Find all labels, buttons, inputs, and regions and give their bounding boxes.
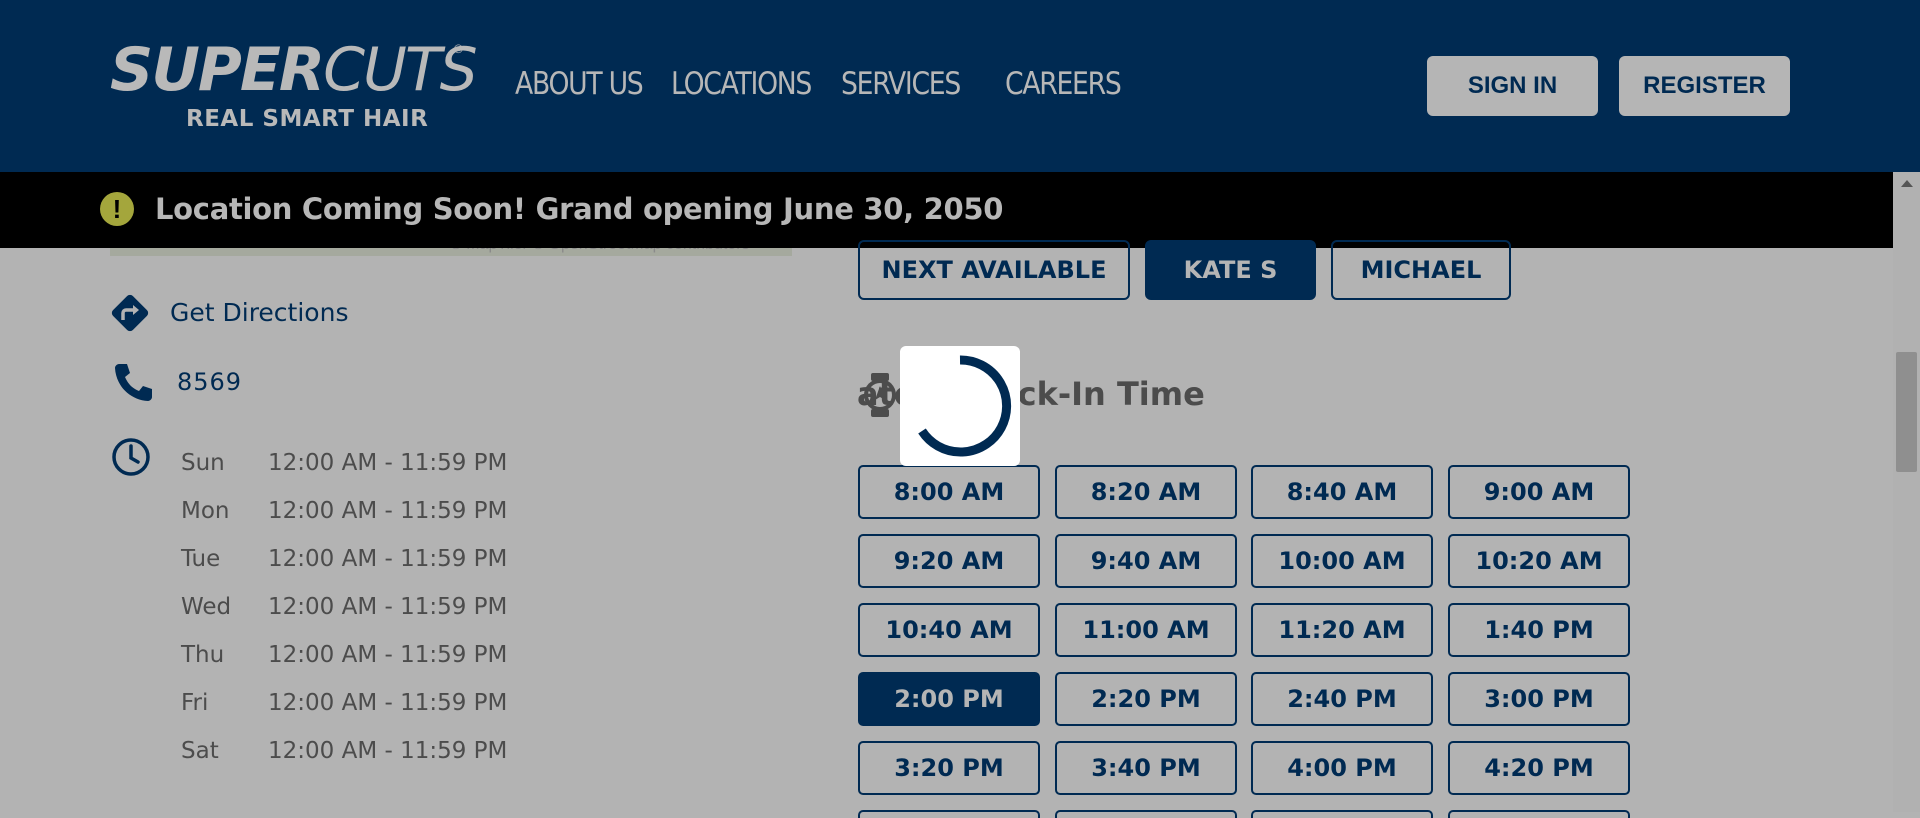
time-slot-840am[interactable]: 8:40 AM bbox=[1251, 465, 1433, 519]
time-slot-1120am[interactable]: 11:20 AM bbox=[1251, 603, 1433, 657]
time-slot-240pm[interactable]: 2:40 PM bbox=[1251, 672, 1433, 726]
stylist-kate-s-button[interactable]: KATE S bbox=[1145, 240, 1316, 300]
phone-icon bbox=[115, 364, 152, 401]
banner-message: Location Coming Soon! Grand opening June… bbox=[155, 192, 1004, 226]
nav-about-us[interactable]: ABOUT US bbox=[515, 66, 644, 102]
time-slot-420pm[interactable]: 4:20 PM bbox=[1448, 741, 1630, 795]
get-directions-link[interactable]: Get Directions bbox=[170, 298, 348, 327]
time-slot-partial[interactable] bbox=[1055, 810, 1237, 818]
time-slot-1100am[interactable]: 11:00 AM bbox=[1055, 603, 1237, 657]
clock-icon bbox=[112, 438, 150, 476]
register-button[interactable]: REGISTER bbox=[1619, 56, 1790, 116]
time-slot-900am[interactable]: 9:00 AM bbox=[1448, 465, 1630, 519]
scroll-up-arrow-icon[interactable] bbox=[1901, 180, 1913, 187]
time-slot-partial[interactable] bbox=[858, 810, 1040, 818]
time-slot-340pm[interactable]: 3:40 PM bbox=[1055, 741, 1237, 795]
time-slot-1040am[interactable]: 10:40 AM bbox=[858, 603, 1040, 657]
time-slot-820am[interactable]: 8:20 AM bbox=[1055, 465, 1237, 519]
alert-banner: ! Location Coming Soon! Grand opening Ju… bbox=[0, 172, 1893, 248]
time-slot-220pm[interactable]: 2:20 PM bbox=[1055, 672, 1237, 726]
site-header: SUPERCUTS ® REAL SMART HAIR ABOUT US LOC… bbox=[0, 0, 1920, 172]
time-slot-140pm[interactable]: 1:40 PM bbox=[1448, 603, 1630, 657]
scroll-thumb[interactable] bbox=[1896, 352, 1917, 472]
loading-spinner-icon bbox=[918, 355, 1012, 457]
stylist-next-available-button[interactable]: NEXT AVAILABLE bbox=[858, 240, 1130, 300]
time-slot-200pm[interactable]: 2:00 PM bbox=[858, 672, 1040, 726]
time-slot-940am[interactable]: 9:40 AM bbox=[1055, 534, 1237, 588]
supercuts-logo[interactable]: SUPERCUTS ® REAL SMART HAIR bbox=[110, 38, 478, 138]
page-scrollbar[interactable] bbox=[1893, 172, 1920, 812]
time-slot-800am[interactable]: 8:00 AM bbox=[858, 465, 1040, 519]
time-slot-300pm[interactable]: 3:00 PM bbox=[1448, 672, 1630, 726]
logo-tagline: REAL SMART HAIR bbox=[186, 106, 429, 132]
logo-wordmark: SUPERCUTS bbox=[110, 35, 478, 105]
exclamation-icon: ! bbox=[100, 192, 134, 226]
nav-careers[interactable]: CAREERS bbox=[1005, 66, 1122, 102]
time-slot-partial[interactable] bbox=[1251, 810, 1433, 818]
time-slot-320pm[interactable]: 3:20 PM bbox=[858, 741, 1040, 795]
time-slot-1020am[interactable]: 10:20 AM bbox=[1448, 534, 1630, 588]
phone-number[interactable]: 8569 bbox=[177, 368, 242, 396]
nav-services[interactable]: SERVICES bbox=[841, 66, 961, 102]
registered-mark: ® bbox=[454, 42, 463, 56]
directions-icon[interactable] bbox=[108, 291, 152, 335]
nav-locations[interactable]: LOCATIONS bbox=[671, 66, 812, 102]
loading-overlay bbox=[900, 346, 1020, 466]
sign-in-button[interactable]: SIGN IN bbox=[1427, 56, 1598, 116]
time-slot-920am[interactable]: 9:20 AM bbox=[858, 534, 1040, 588]
stylist-michael-button[interactable]: MICHAEL bbox=[1331, 240, 1511, 300]
time-slot-partial[interactable] bbox=[1448, 810, 1630, 818]
time-slot-400pm[interactable]: 4:00 PM bbox=[1251, 741, 1433, 795]
time-slot-1000am[interactable]: 10:00 AM bbox=[1251, 534, 1433, 588]
